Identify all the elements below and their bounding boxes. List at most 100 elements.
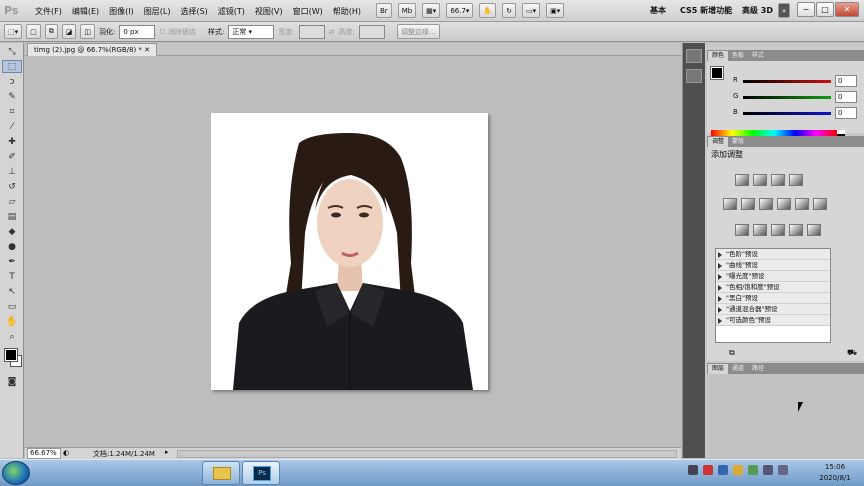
zoom-field[interactable]: 66.67%	[27, 448, 61, 459]
close-button[interactable]: ✕	[835, 2, 859, 17]
volume-icon[interactable]	[763, 465, 773, 475]
marquee-tool-icon[interactable]: ⬚	[2, 60, 22, 73]
horizontal-scrollbar[interactable]	[177, 450, 677, 458]
document-tab[interactable]: timg (2).jpg @ 66.7%(RGB/8) * ✕	[27, 43, 158, 56]
input-method-icon[interactable]	[718, 465, 728, 475]
foreground-color[interactable]	[4, 348, 18, 362]
style-select[interactable]: 正常 ▾	[228, 24, 275, 39]
menu-item-1[interactable]: 编辑(E)	[67, 6, 104, 17]
channel-value-input[interactable]: 0	[835, 91, 857, 103]
shape-tool-icon[interactable]: ▭	[2, 300, 22, 313]
preset-item[interactable]: "色相/饱和度"预设	[716, 282, 830, 293]
panel-tab-adjTabs-0[interactable]: 调整	[708, 137, 729, 147]
security-icon[interactable]	[703, 465, 713, 475]
rotate-view-button[interactable]: ↻	[502, 3, 517, 18]
channel-slider[interactable]	[743, 96, 831, 99]
curves-icon[interactable]	[771, 174, 785, 186]
menu-item-4[interactable]: 选择(S)	[175, 6, 212, 17]
explorer-taskbar-button[interactable]	[202, 461, 240, 485]
screen-mode-button[interactable]: ▣▾	[546, 3, 565, 18]
more-workspaces-button[interactable]: »	[778, 3, 791, 18]
minibridge-button[interactable]: Mb	[397, 3, 417, 18]
vibrance-icon[interactable]	[723, 198, 737, 210]
intersect-selection-button[interactable]: ◫	[80, 24, 96, 39]
refine-edge-button[interactable]: 调整边缘...	[396, 24, 440, 39]
panel-tab-layerTabs-1[interactable]: 通道	[728, 364, 748, 374]
doc-size[interactable]: 文档:1.24M/1.24M	[93, 449, 155, 459]
exposure-icon[interactable]	[789, 174, 803, 186]
quick-select-tool-icon[interactable]: ✎	[2, 90, 22, 103]
menu-item-3[interactable]: 图层(L)	[139, 6, 176, 17]
canvas-area[interactable]	[25, 57, 681, 447]
hand-tool-button[interactable]: ✋	[479, 3, 497, 18]
gradient-map-icon[interactable]	[789, 224, 803, 236]
marquee-preset-button[interactable]: ⬚▾	[4, 24, 23, 39]
menu-item-7[interactable]: 窗口(W)	[288, 6, 328, 17]
keyboard-icon[interactable]	[688, 465, 698, 475]
minimize-button[interactable]: −	[797, 2, 815, 17]
clock[interactable]: 15:06 2020/8/1	[810, 462, 860, 484]
gradient-tool-icon[interactable]: ▤	[2, 210, 22, 223]
workspace-basic[interactable]: 基本	[650, 0, 666, 22]
status-menu-icon[interactable]: ▸	[165, 448, 169, 456]
clip-icon[interactable]: ⧉	[729, 348, 735, 358]
lasso-tool-icon[interactable]: ↄ	[2, 75, 22, 88]
preset-item[interactable]: "曝光度"预设	[716, 271, 830, 282]
selective-color-icon[interactable]	[807, 224, 821, 236]
panel-options-icon[interactable]: ⛟	[847, 348, 857, 358]
maximize-button[interactable]: □	[816, 2, 834, 17]
flag-icon[interactable]	[778, 465, 788, 475]
menu-item-6[interactable]: 视图(V)	[250, 6, 288, 17]
panel-tab-layerTabs-0[interactable]: 图层	[708, 364, 729, 374]
channel-slider[interactable]	[743, 112, 831, 115]
preset-item[interactable]: "色阶"预设	[716, 249, 830, 260]
menu-item-2[interactable]: 图像(I)	[104, 6, 139, 17]
move-tool-icon[interactable]: ⤡	[2, 45, 22, 58]
menu-item-5[interactable]: 滤镜(T)	[213, 6, 250, 17]
workspace-3d[interactable]: 高级 3D	[742, 0, 773, 22]
photoshop-taskbar-button[interactable]: Ps	[242, 461, 280, 485]
posterize-icon[interactable]	[753, 224, 767, 236]
brush-tool-icon[interactable]: ✐	[2, 150, 22, 163]
arrange-docs-button[interactable]: ▭▾	[522, 3, 541, 18]
close-icon[interactable]: ✕	[144, 46, 150, 54]
preset-item[interactable]: "通道混合器"预设	[716, 304, 830, 315]
zoom-tool-icon[interactable]: ⌕	[2, 330, 22, 343]
levels-icon[interactable]	[753, 174, 767, 186]
history-panel-icon[interactable]	[686, 49, 702, 63]
panel-tab-colorTabs-1[interactable]: 色板	[728, 51, 748, 61]
preset-item[interactable]: "可选颜色"预设	[716, 315, 830, 326]
blur-tool-icon[interactable]: ◆	[2, 225, 22, 238]
width-input[interactable]	[298, 24, 325, 39]
preset-item[interactable]: "曲线"预设	[716, 260, 830, 271]
eyedropper-tool-icon[interactable]: ⁄	[2, 120, 22, 133]
bridge-button[interactable]: Br	[376, 3, 392, 18]
eraser-tool-icon[interactable]: ▱	[2, 195, 22, 208]
healing-tool-icon[interactable]: ✚	[2, 135, 22, 148]
alert-icon[interactable]	[733, 465, 743, 475]
new-selection-button[interactable]: ▢	[26, 24, 41, 39]
stamp-tool-icon[interactable]: ⊥	[2, 165, 22, 178]
add-selection-button[interactable]: ⧉	[44, 24, 58, 39]
invert-icon[interactable]	[735, 224, 749, 236]
path-select-tool-icon[interactable]: ↖	[2, 285, 22, 298]
color-balance-icon[interactable]	[759, 198, 773, 210]
crop-tool-icon[interactable]: ⌗	[2, 105, 22, 118]
workspace-cs5-new[interactable]: CS5 新增功能	[680, 0, 732, 22]
channel-value-input[interactable]: 0	[835, 107, 857, 119]
black-white-icon[interactable]	[777, 198, 791, 210]
status-icon[interactable]: ◐	[63, 449, 69, 457]
zoom-level[interactable]: 66.7 ▾	[446, 3, 474, 18]
threshold-icon[interactable]	[771, 224, 785, 236]
network-icon[interactable]	[748, 465, 758, 475]
menu-item-0[interactable]: 文件(F)	[30, 6, 67, 17]
hue-saturation-icon[interactable]	[741, 198, 755, 210]
dodge-tool-icon[interactable]: ●	[2, 240, 22, 253]
portrait-photo[interactable]	[211, 113, 488, 390]
photo-filter-icon[interactable]	[795, 198, 809, 210]
actions-panel-icon[interactable]	[686, 69, 702, 83]
hand-tool-icon[interactable]: ✋	[2, 315, 22, 328]
channel-value-input[interactable]: 0	[835, 75, 857, 87]
height-input[interactable]	[358, 24, 385, 39]
pen-tool-icon[interactable]: ✒	[2, 255, 22, 268]
